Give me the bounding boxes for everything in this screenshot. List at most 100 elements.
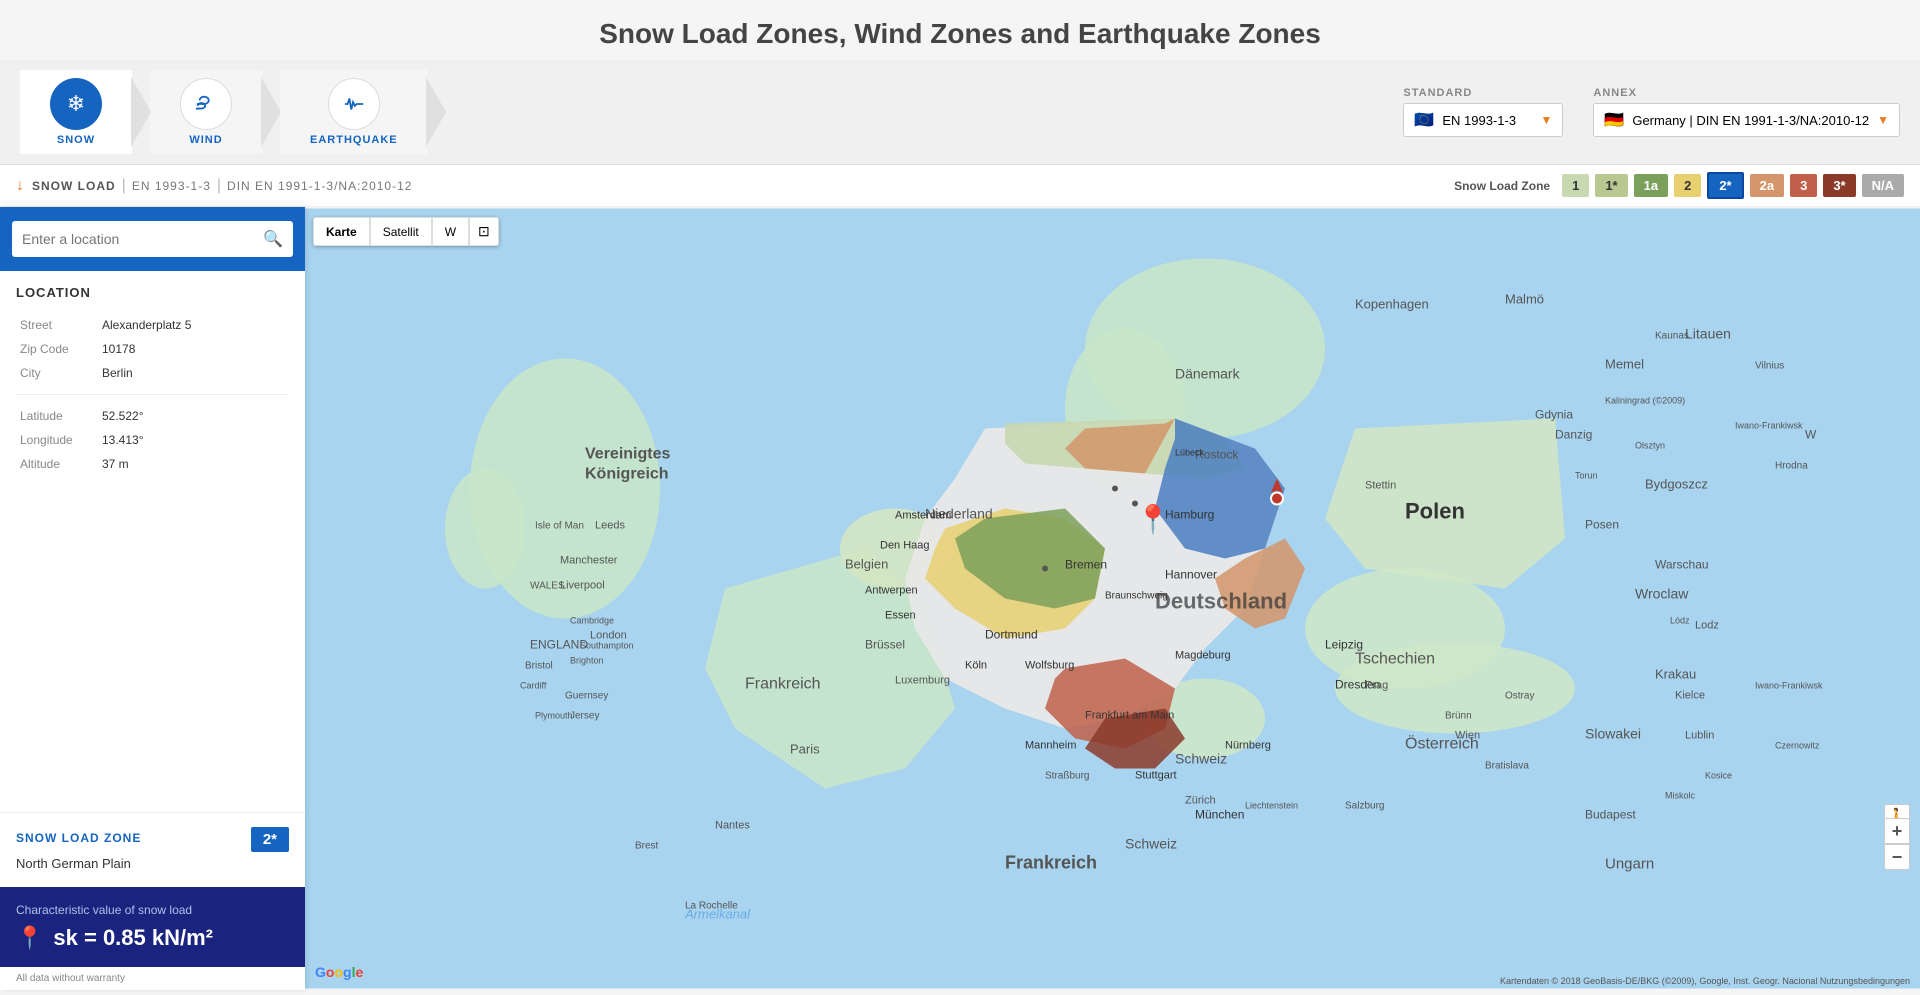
search-input-wrap: 🔍 (12, 221, 293, 257)
zone-badge-1[interactable]: 1 (1562, 174, 1589, 197)
svg-text:Deutschland: Deutschland (1155, 589, 1287, 614)
map-type-bar: Karte Satellit W ⊡ (313, 217, 499, 246)
svg-text:Wolfsburg: Wolfsburg (1025, 660, 1074, 672)
map-fullscreen-btn[interactable]: ⊡ (469, 217, 499, 246)
svg-text:Lódz: Lódz (1670, 616, 1690, 626)
map-type-w[interactable]: W (432, 217, 469, 246)
zone-badge-3s[interactable]: 3* (1823, 174, 1855, 197)
svg-text:Belgien: Belgien (845, 557, 888, 572)
svg-text:Gdynia: Gdynia (1535, 408, 1573, 422)
svg-text:Frankreich: Frankreich (745, 676, 821, 693)
svg-text:Kopenhagen: Kopenhagen (1355, 297, 1429, 312)
lon-value: 13.413° (100, 429, 287, 451)
svg-text:Stuttgart: Stuttgart (1135, 770, 1177, 782)
svg-text:Litauen: Litauen (1685, 326, 1731, 342)
svg-text:Tschechien: Tschechien (1355, 651, 1435, 668)
standard-dropdown[interactable]: 🇪🇺 EN 1993-1-3 ▼ (1403, 103, 1563, 137)
page-title: Snow Load Zones, Wind Zones and Earthqua… (0, 18, 1920, 50)
svg-text:Schweiz: Schweiz (1125, 836, 1177, 852)
location-section: LOCATION Street Alexanderplatz 5 Zip Cod… (0, 271, 305, 812)
breadcrumb-type: SNOW LOAD (32, 179, 116, 193)
svg-text:Dänemark: Dänemark (1175, 366, 1241, 382)
annex-dropdown-arrow: ▼ (1877, 113, 1889, 127)
annex-dropdown[interactable]: 🇩🇪 Germany | DIN EN 1991-1-3/NA:2010-12 … (1593, 103, 1900, 137)
svg-text:Southampton: Southampton (580, 641, 634, 651)
snow-load-icon: ↓ (16, 177, 24, 195)
breadcrumb-annex: DIN EN 1991-1-3/NA:2010-12 (227, 179, 412, 193)
city-value: Berlin (100, 362, 287, 384)
street-value: Alexanderplatz 5 (100, 314, 287, 336)
svg-text:Mannheim: Mannheim (1025, 740, 1076, 752)
svg-text:Brest: Brest (635, 841, 659, 852)
svg-text:Prag: Prag (1365, 680, 1388, 692)
char-value-formula: 📍 sk = 0.85 kN/m² (16, 925, 289, 951)
formula-value: sk = 0.85 kN/m² (53, 925, 213, 951)
svg-text:Wroclaw: Wroclaw (1635, 586, 1689, 602)
breadcrumb-standard: EN 1993-1-3 (132, 179, 211, 193)
map-type-satellit[interactable]: Satellit (370, 217, 432, 246)
svg-text:Bristol: Bristol (525, 661, 553, 672)
warranty-text: All data without warranty (0, 967, 305, 990)
svg-text:Cardiff: Cardiff (520, 681, 547, 691)
zone-badge-3[interactable]: 3 (1790, 174, 1817, 197)
zone-badge-1s[interactable]: 1* (1595, 174, 1627, 197)
svg-text:Antwerpen: Antwerpen (865, 585, 918, 597)
snow-zone-section: SNOW LOAD ZONE 2* North German Plain (0, 812, 305, 887)
map-svg: Vereinigtes Königreich Deutschland Polen… (305, 207, 1920, 990)
snow-zone-badge: 2* (251, 827, 289, 852)
char-value-section: Characteristic value of snow load 📍 sk =… (0, 887, 305, 967)
zoom-out-button[interactable]: − (1884, 844, 1910, 870)
zone-legend-label: Snow Load Zone (1454, 179, 1550, 193)
svg-text:Den Haag: Den Haag (880, 540, 930, 552)
street-label: Street (18, 314, 98, 336)
zoom-in-button[interactable]: + (1884, 818, 1910, 844)
standard-value: EN 1993-1-3 (1442, 113, 1516, 128)
snow-label: SNOW (57, 134, 95, 146)
header: Snow Load Zones, Wind Zones and Earthqua… (0, 0, 1920, 207)
zone-badge-1a[interactable]: 1a (1634, 174, 1668, 197)
svg-text:Krakau: Krakau (1655, 667, 1696, 682)
svg-text:Wien: Wien (1455, 730, 1480, 742)
germany-flag-icon: 🇩🇪 (1604, 110, 1624, 130)
map-type-karte[interactable]: Karte (313, 217, 370, 246)
svg-text:Magdeburg: Magdeburg (1175, 650, 1231, 662)
table-row: Altitude 37 m (18, 453, 287, 475)
svg-text:Memel: Memel (1605, 357, 1644, 372)
svg-text:Bremen: Bremen (1065, 558, 1107, 572)
eu-flag-icon: 🇪🇺 (1414, 110, 1434, 130)
zone-badge-2[interactable]: 2 (1674, 174, 1701, 197)
svg-text:Lublin: Lublin (1685, 730, 1714, 742)
zone-badge-2s[interactable]: 2* (1707, 172, 1743, 199)
svg-text:Stettin: Stettin (1365, 480, 1396, 492)
svg-text:Budapest: Budapest (1585, 808, 1636, 822)
svg-text:Liechtenstein: Liechtenstein (1245, 801, 1298, 811)
sidebar-item-earthquake[interactable]: EARTHQUAKE (280, 70, 428, 154)
annex-label: ANNEX (1593, 87, 1900, 99)
zone-badge-2a[interactable]: 2a (1750, 174, 1784, 197)
nav-icons: ❄ SNOW WIND EARTHQUAKE (20, 70, 444, 154)
svg-text:Kaliningrad (©2009): Kaliningrad (©2009) (1605, 396, 1685, 406)
svg-text:Iwano-Frankiwsk: Iwano-Frankiwsk (1735, 421, 1803, 431)
sidebar-item-snow[interactable]: ❄ SNOW (20, 70, 132, 154)
search-input[interactable] (22, 231, 263, 247)
lon-label: Longitude (18, 429, 98, 451)
svg-text:Bratislava: Bratislava (1485, 761, 1529, 772)
zipcode-label: Zip Code (18, 338, 98, 360)
svg-text:Czernowitz: Czernowitz (1775, 741, 1820, 751)
snow-zone-title: SNOW LOAD ZONE (16, 831, 141, 845)
svg-text:Frankfurt am Main: Frankfurt am Main (1085, 710, 1174, 722)
svg-text:Iwano-Frankiwsk: Iwano-Frankiwsk (1755, 681, 1823, 691)
wind-label: WIND (189, 134, 222, 146)
search-icon[interactable]: 🔍 (263, 229, 283, 249)
alt-label: Altitude (18, 453, 98, 475)
svg-text:Vilnius: Vilnius (1755, 361, 1784, 372)
svg-text:Slowakei: Slowakei (1585, 726, 1641, 742)
sidebar: 🔍 LOCATION Street Alexanderplatz 5 Zip C… (0, 207, 305, 990)
svg-text:Amsterdam: Amsterdam (895, 510, 951, 522)
zone-legend: Snow Load Zone 1 1* 1a 2 2* 2a 3 3* N/A (1454, 172, 1904, 199)
svg-text:W: W (1805, 428, 1817, 442)
sidebar-item-wind[interactable]: WIND (150, 70, 262, 154)
zone-badge-na[interactable]: N/A (1862, 174, 1904, 197)
earthquake-label: EARTHQUAKE (310, 134, 398, 146)
svg-text:Leeds: Leeds (595, 520, 625, 532)
